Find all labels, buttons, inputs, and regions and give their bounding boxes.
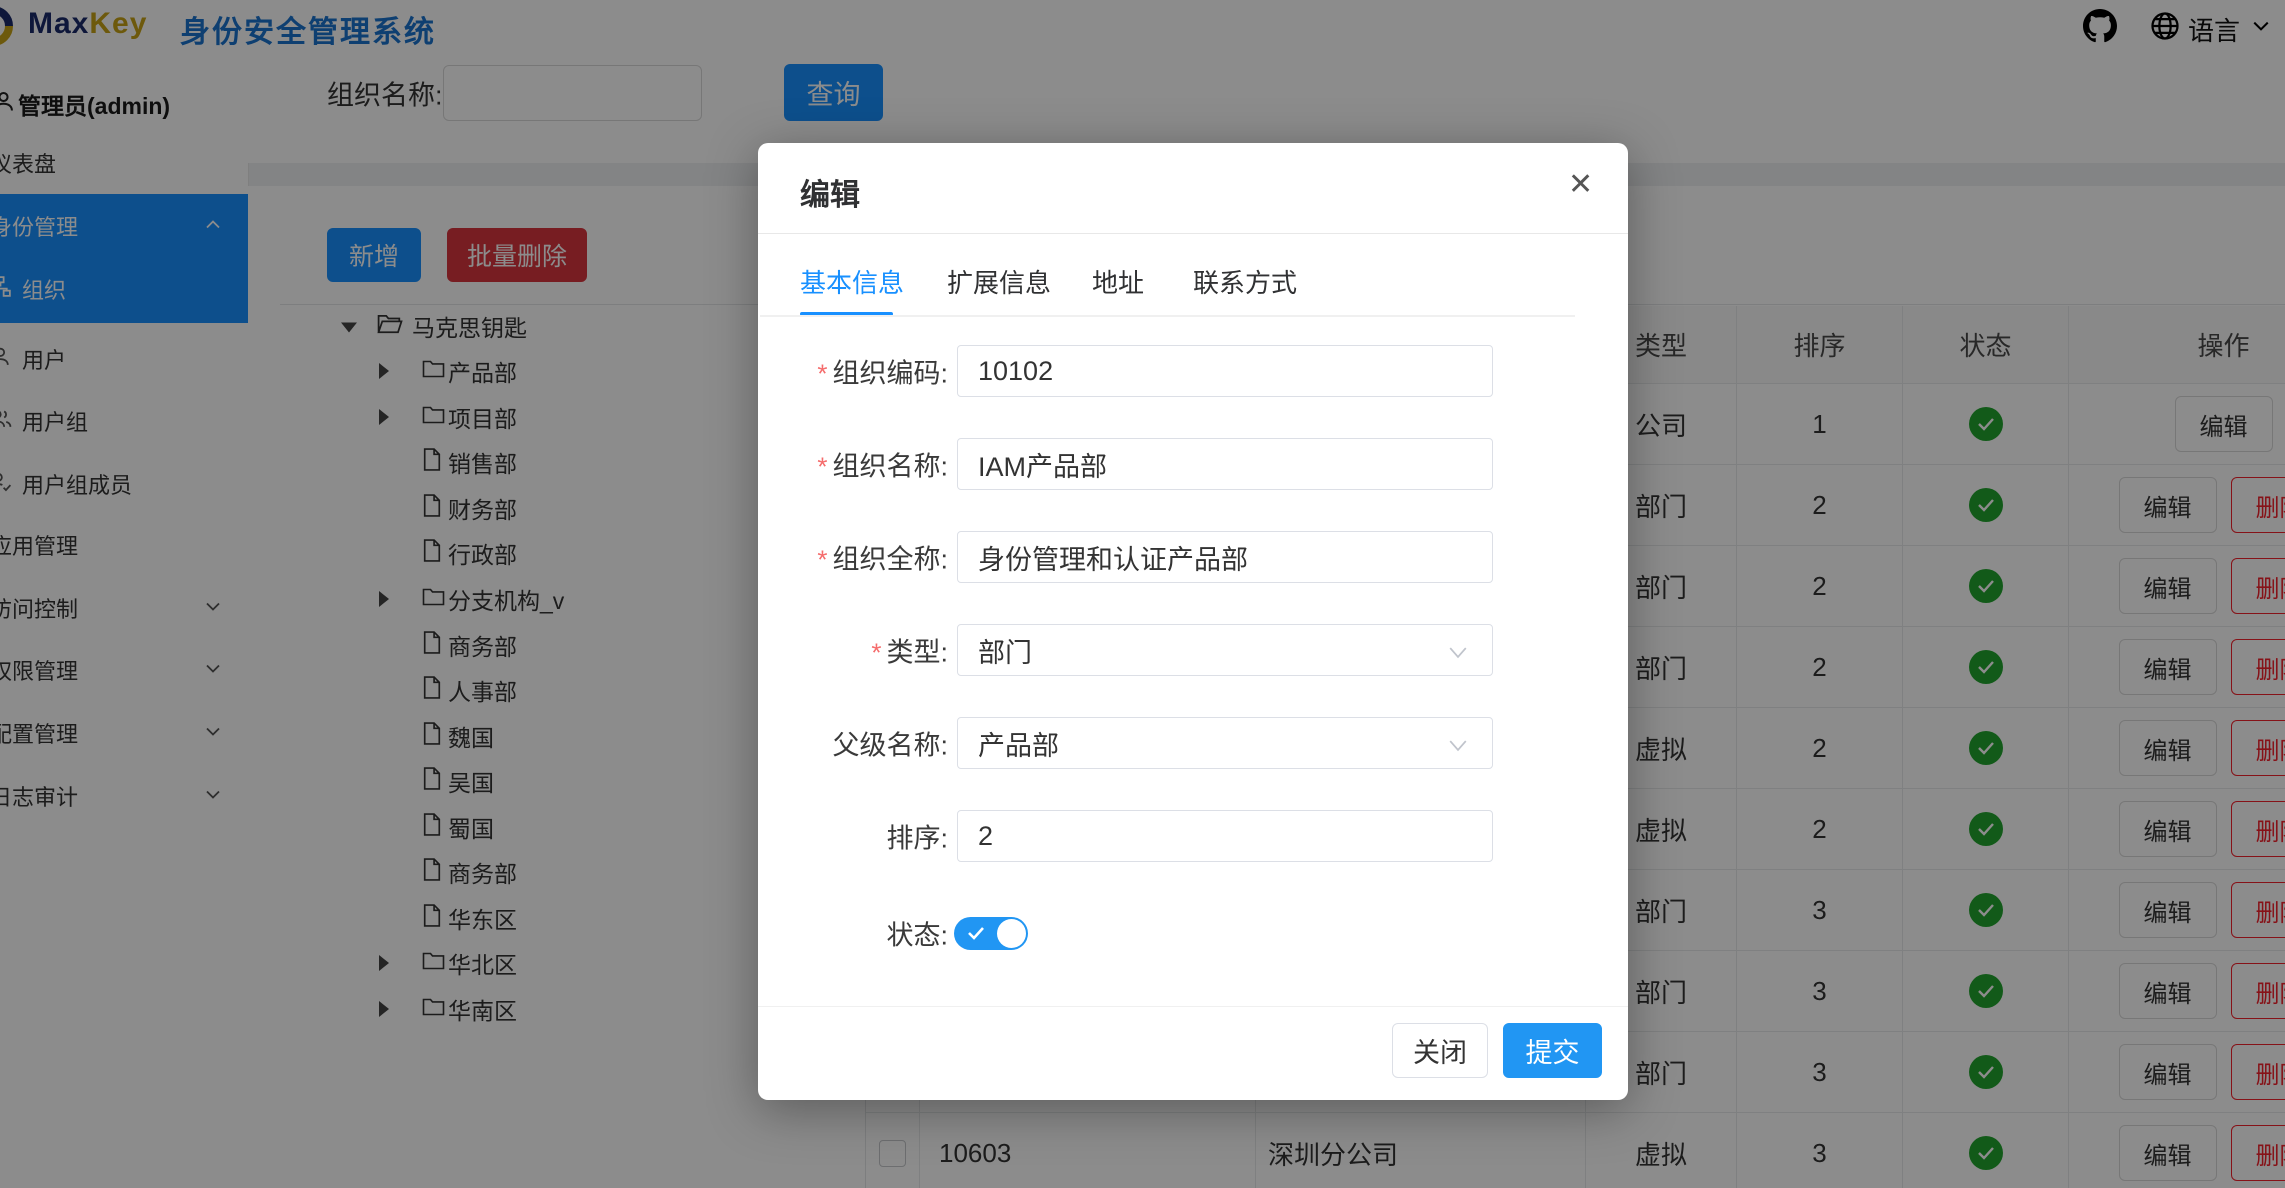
dialog-close-button[interactable]: 关闭: [1392, 1023, 1488, 1078]
app-root: MaxKey 身份安全管理系统 语言 管理员(admin): [0, 0, 2285, 1188]
field-label-type: *类型:: [762, 631, 948, 670]
dialog-title: 编辑: [800, 170, 860, 214]
type-select[interactable]: 部门: [957, 624, 1493, 676]
required-asterisk: *: [817, 359, 827, 389]
required-asterisk: *: [817, 452, 827, 482]
status-toggle[interactable]: [954, 917, 1028, 950]
field-label-status: 状态:: [762, 914, 948, 953]
org-fullname-input[interactable]: 身份管理和认证产品部: [957, 531, 1493, 583]
toggle-knob: [997, 919, 1026, 948]
check-icon: [966, 923, 986, 948]
required-asterisk: *: [817, 545, 827, 575]
org-code-input[interactable]: 10102: [957, 345, 1493, 397]
dialog-footer-divider: [758, 1006, 1628, 1007]
tab-address[interactable]: 地址: [1092, 263, 1144, 300]
dialog-submit-button[interactable]: 提交: [1503, 1023, 1602, 1078]
field-label-sort: 排序:: [762, 817, 948, 856]
field-label-code: *组织编码:: [762, 352, 948, 391]
field-label-parent: 父级名称:: [762, 724, 948, 763]
close-icon[interactable]: ✕: [1568, 170, 1593, 200]
tab-contact[interactable]: 联系方式: [1193, 263, 1297, 300]
tabs-divider: [760, 315, 1575, 317]
field-label-fullname: *组织全称:: [762, 538, 948, 577]
field-label-name: *组织名称:: [762, 445, 948, 484]
select-chevron-icon: [1448, 728, 1468, 759]
tab-basic-info[interactable]: 基本信息: [800, 263, 904, 300]
select-chevron-icon: [1448, 635, 1468, 666]
sort-input[interactable]: 2: [957, 810, 1493, 862]
dialog-header-divider: [758, 233, 1628, 234]
tab-extended-info[interactable]: 扩展信息: [947, 263, 1051, 300]
org-name-input[interactable]: IAM产品部: [957, 438, 1493, 490]
edit-dialog: 编辑 ✕ 基本信息 扩展信息 地址 联系方式 *组织编码: 10102 *组织名…: [758, 143, 1628, 1100]
required-asterisk: *: [871, 638, 881, 668]
parent-select[interactable]: 产品部: [957, 717, 1493, 769]
